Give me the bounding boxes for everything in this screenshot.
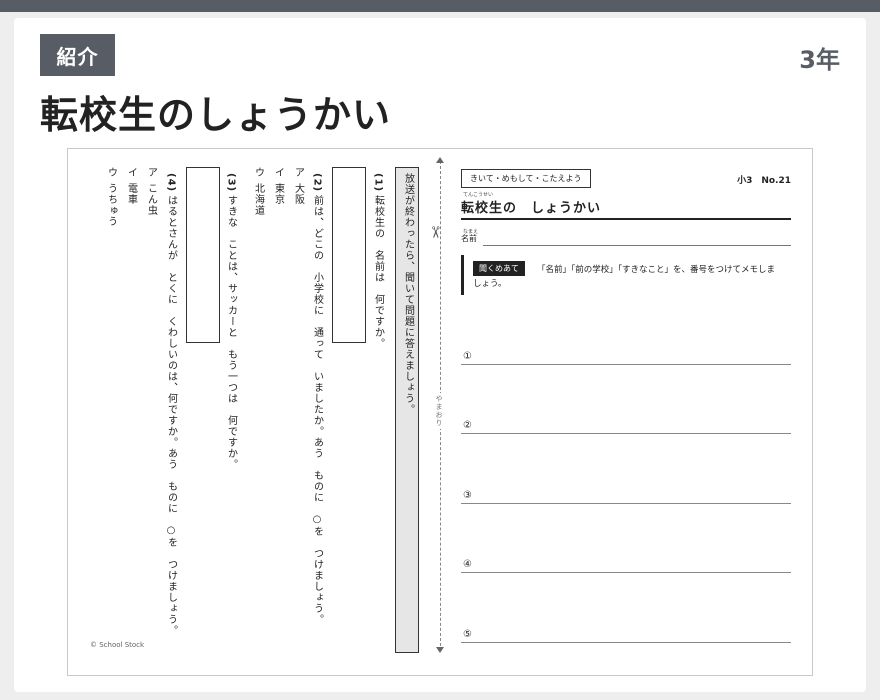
q4-text: はるとさんが とくに くわしいのは、何ですか。あう ものに ○を つけましょう。 <box>165 195 177 636</box>
q1-text: 転校生の 名前は 何ですか。 <box>372 195 384 349</box>
q2-option-a-mark: ア <box>292 167 304 178</box>
instruction-text: 放送が終わったら、聞いて問題に答えましょう。 <box>402 173 414 415</box>
instruction-line-1: 「名前」「前の学校」「すきなこと」を、番号をつけてメモしま <box>537 265 776 275</box>
instruction-bar <box>461 255 464 295</box>
worksheet-preview: 放送が終わったら、聞いて問題に答えましょう。 (1) 転校生の 名前は 何ですか… <box>67 148 813 676</box>
answer-number: ④ <box>463 559 472 570</box>
answer-line: ③ <box>461 486 791 504</box>
q4-option-c: うちゅう <box>105 183 117 227</box>
q4-option-a-mark: ア <box>145 167 157 178</box>
answer-number: ① <box>463 351 472 362</box>
answer-line: ⑤ <box>461 625 791 643</box>
activity-tag: きいて・めもして・こたえよう <box>461 169 591 188</box>
instruction-line-2: しょう。 <box>473 279 507 289</box>
answer-line: ④ <box>461 555 791 573</box>
q1-number: (1) <box>372 173 384 193</box>
category-badge: 紹介 <box>40 34 115 76</box>
answer-number: ⑤ <box>463 629 472 640</box>
answer-number: ② <box>463 420 472 431</box>
fold-arrow-bottom-icon <box>436 647 444 653</box>
listen-goal-label: 聞くめあて <box>473 261 525 276</box>
q3-number: (3) <box>225 173 237 193</box>
q4-number: (4) <box>165 173 177 193</box>
q2-option-a: 大阪 <box>292 183 304 205</box>
name-label: 名前 <box>461 234 477 243</box>
copyright: © School Stock <box>90 641 145 649</box>
q2-option-c: 北海道 <box>252 183 264 216</box>
q1-answer-box <box>332 167 366 343</box>
grade-label: 3年 <box>799 46 840 74</box>
answer-number: ③ <box>463 490 472 501</box>
top-bar <box>0 0 880 12</box>
answer-line: ② <box>461 416 791 434</box>
q4-option-c-mark: ウ <box>105 167 117 178</box>
q2-option-b-mark: イ <box>272 167 284 178</box>
name-line <box>483 245 791 246</box>
page-title: 転校生のしょうかい <box>40 93 392 137</box>
worksheet-title: 転校生の しょうかい <box>461 201 602 216</box>
q4-option-a: こん虫 <box>145 183 157 216</box>
fold-label: やまおり <box>434 393 444 429</box>
fold-arrow-top-icon <box>436 157 444 163</box>
answer-line: ① <box>461 347 791 365</box>
q4-option-b: 電車 <box>125 183 137 205</box>
scissors-icon: ✂ <box>426 225 446 240</box>
q2-option-b: 東京 <box>272 183 284 205</box>
right-page: きいて・めもして・こたえよう 小3 No.21 てんこうせい 転校生の しょうか… <box>461 149 791 677</box>
worksheet-number: 小3 No.21 <box>737 176 791 186</box>
q4-option-b-mark: イ <box>125 167 137 178</box>
q2-option-c-mark: ウ <box>252 167 264 178</box>
q2-number: (2) <box>311 173 323 193</box>
q2-text: 前は、どこの 小学校に 通って いましたか。あう ものに ○を つけましょう。 <box>311 195 323 625</box>
title-rule <box>461 218 791 220</box>
q3-text: すきな ことは、サッカーと もう一つは 何ですか。 <box>225 195 237 470</box>
q3-answer-box <box>186 167 220 343</box>
